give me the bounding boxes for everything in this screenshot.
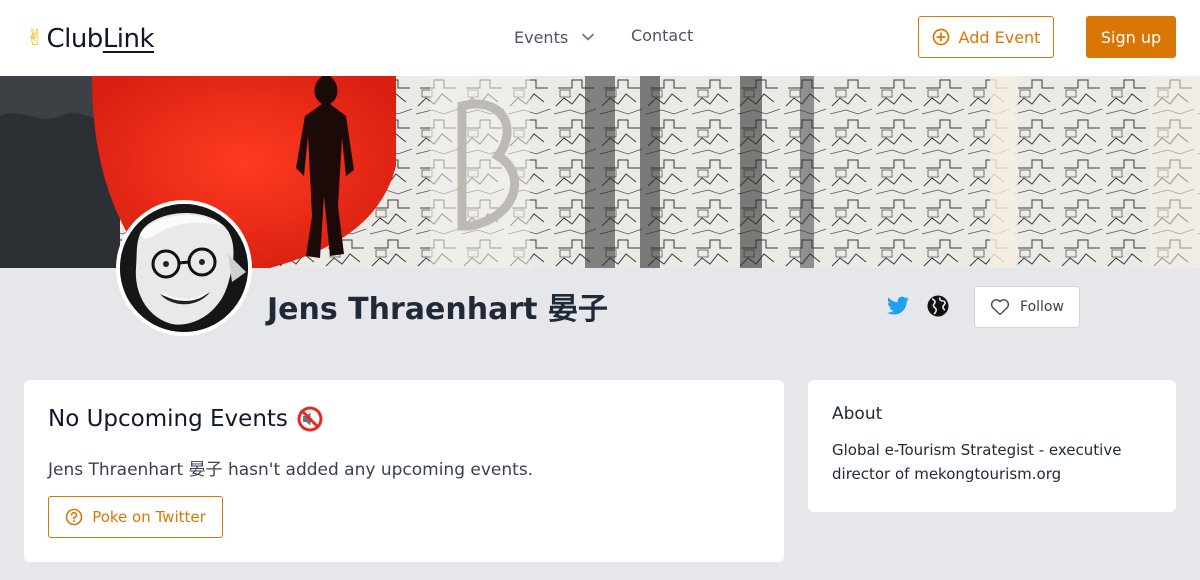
profile-avatar xyxy=(116,200,252,336)
nav-contact-link[interactable]: Contact xyxy=(631,26,693,48)
heart-icon xyxy=(990,299,1010,316)
globe-icon xyxy=(927,295,949,317)
logo-text-link: Link xyxy=(102,24,155,54)
follow-button[interactable]: Follow xyxy=(974,286,1080,328)
upcoming-events-card: No Upcoming Events Jens Thraenhart 晏子 ha… xyxy=(24,380,784,562)
twitter-icon xyxy=(887,296,909,315)
poke-on-twitter-button[interactable]: Poke on Twitter xyxy=(48,496,223,538)
top-navbar: ✌ Club Link Events Contact Add Event Sig… xyxy=(0,0,1200,76)
follow-label: Follow xyxy=(1020,299,1064,315)
events-title-text: No Upcoming Events xyxy=(48,406,288,432)
profile-name: Jens Thraenhart 晏子 xyxy=(267,292,608,327)
poke-label: Poke on Twitter xyxy=(92,508,206,526)
no-events-message: Jens Thraenhart 晏子 hasn't added any upco… xyxy=(48,460,534,480)
about-text: Global e-Tourism Strategist - executive … xyxy=(832,441,1122,483)
victory-hand-icon: ✌ xyxy=(26,26,45,51)
twitter-link[interactable] xyxy=(886,294,910,318)
about-card: About Global e-Tourism Strategist - exec… xyxy=(808,380,1176,512)
plus-circle-icon xyxy=(932,28,949,46)
clublink-logo[interactable]: ✌ Club Link xyxy=(26,22,155,56)
signup-button[interactable]: Sign up xyxy=(1086,16,1176,58)
events-card-title: No Upcoming Events xyxy=(48,405,324,433)
logo-text-club: Club xyxy=(46,24,103,54)
nav-events-label: Events xyxy=(514,27,569,47)
about-title: About xyxy=(832,404,883,424)
add-event-button[interactable]: Add Event xyxy=(918,16,1054,58)
website-link[interactable] xyxy=(926,294,950,318)
nav-events-dropdown[interactable]: Events xyxy=(514,26,594,48)
add-event-label: Add Event xyxy=(958,27,1041,47)
mute-icon xyxy=(297,406,323,432)
avatar-photo xyxy=(120,204,248,332)
chevron-down-icon xyxy=(582,33,594,41)
question-circle-icon xyxy=(65,508,83,526)
